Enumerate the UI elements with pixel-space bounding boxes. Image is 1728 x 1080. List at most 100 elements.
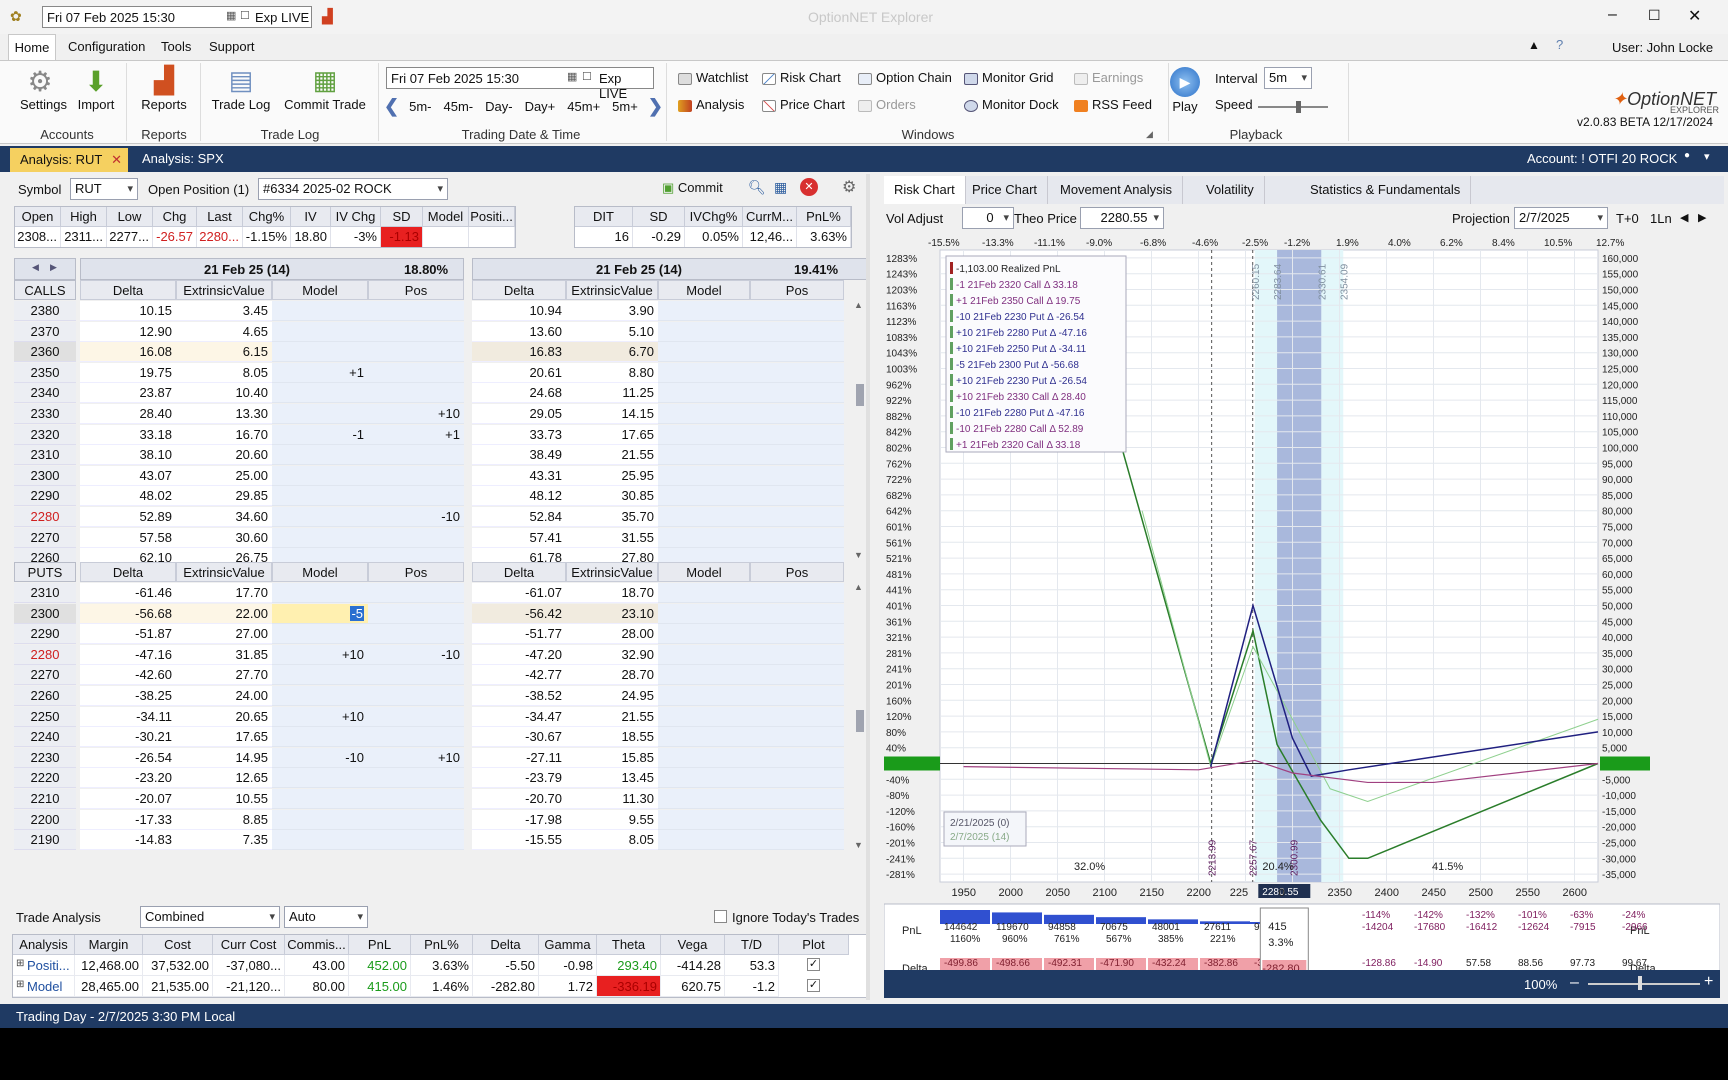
model-cell[interactable]: [272, 789, 368, 809]
position-select[interactable]: #6334 2025-02 ROCK: [258, 178, 448, 200]
model-cell[interactable]: [272, 830, 368, 851]
projection-date-select[interactable]: 2/7/2025: [1514, 207, 1608, 229]
tab-statistics-fundamentals[interactable]: Statistics & Fundamentals: [1300, 176, 1472, 204]
plot-checkbox[interactable]: ✓: [807, 979, 820, 992]
table-row[interactable]: 2300 43.07 25.00 43.31 25.95: [14, 465, 854, 486]
model-cell[interactable]: [272, 404, 368, 424]
table-row[interactable]: 2270 -42.60 27.70 -42.77 28.70: [14, 665, 854, 686]
model-cell[interactable]: [272, 342, 368, 363]
model-cell[interactable]: [272, 686, 368, 706]
pos-cell[interactable]: [750, 507, 844, 527]
title-date-box[interactable]: Fri 07 Feb 2025 15:30 ▦ ☐ Exp LIVE: [42, 6, 312, 28]
layout-icon[interactable]: ▦: [774, 179, 787, 196]
monitor-grid-button[interactable]: Monitor Grid: [964, 70, 1054, 85]
model-cell[interactable]: [658, 342, 750, 363]
model-cell[interactable]: [658, 583, 750, 603]
settings-button[interactable]: ⚙ Settings: [20, 65, 67, 112]
pos-cell[interactable]: [750, 624, 844, 645]
menu-tools[interactable]: Tools: [161, 39, 191, 54]
model-cell[interactable]: [272, 665, 368, 686]
table-row[interactable]: 2330 28.40 13.30 +10 29.05 14.15: [14, 404, 854, 424]
model-cell[interactable]: [272, 321, 368, 342]
pos-cell[interactable]: [750, 644, 844, 665]
model-cell[interactable]: [272, 768, 368, 789]
pos-cell[interactable]: [750, 404, 844, 424]
vol-adjust-input[interactable]: 0: [962, 207, 1014, 229]
model-cell[interactable]: [658, 809, 750, 830]
table-row[interactable]: 2240 -30.21 17.65 -30.67 18.55: [14, 727, 854, 748]
rss-feed-button[interactable]: RSS Feed: [1074, 97, 1152, 112]
model-cell[interactable]: [272, 486, 368, 507]
model-cell[interactable]: [658, 830, 750, 851]
trade-analysis-select[interactable]: Combined: [140, 906, 280, 928]
pos-cell[interactable]: [368, 342, 464, 363]
pos-cell[interactable]: [368, 383, 464, 404]
expand-icon[interactable]: ⊞: [16, 958, 24, 969]
scroll-down-icon[interactable]: ▼: [854, 840, 863, 850]
zoom-thumb[interactable]: [1638, 976, 1642, 990]
model-cell[interactable]: [658, 686, 750, 706]
pos-cell[interactable]: [368, 445, 464, 466]
table-row[interactable]: 2370 12.90 4.65 13.60 5.10: [14, 321, 854, 342]
model-cell[interactable]: [658, 424, 750, 445]
tab-volatility[interactable]: Volatility: [1196, 176, 1265, 204]
table-row[interactable]: 2360 16.08 6.15 16.83 6.70: [14, 342, 854, 363]
pos-cell[interactable]: [368, 830, 464, 851]
table-row[interactable]: 2270 57.58 30.60 57.41 31.55: [14, 527, 854, 548]
earnings-button[interactable]: Earnings: [1074, 70, 1143, 85]
model-cell[interactable]: -1: [272, 424, 368, 445]
help-icon[interactable]: ?: [1556, 37, 1563, 52]
table-row[interactable]: 2280 -47.16 31.85 +10 -10 -47.20 32.90: [14, 644, 854, 665]
model-cell[interactable]: [272, 727, 368, 748]
model-cell[interactable]: -10: [272, 747, 368, 768]
trade-log-button[interactable]: ▤ Trade Log: [208, 65, 274, 112]
auto-select[interactable]: Auto: [284, 906, 368, 928]
delete-icon[interactable]: ✕: [800, 178, 818, 196]
pos-cell[interactable]: [368, 362, 464, 383]
ignore-today-checkbox[interactable]: [714, 910, 727, 923]
model-cell[interactable]: +10: [272, 706, 368, 727]
table-row[interactable]: 2210 -20.07 10.55 -20.70 11.30: [14, 789, 854, 809]
search-icon[interactable]: 🔍︎: [748, 179, 766, 196]
pos-cell[interactable]: [750, 768, 844, 789]
model-cell[interactable]: [272, 383, 368, 404]
gear-icon[interactable]: ⚙: [842, 177, 856, 197]
model-cell[interactable]: [272, 624, 368, 645]
model-cell[interactable]: [658, 362, 750, 383]
scroll-down-icon[interactable]: ▼: [854, 550, 863, 560]
calendar-icon[interactable]: ▦: [226, 9, 236, 22]
table-row[interactable]: 2310 38.10 20.60 38.49 21.55: [14, 445, 854, 466]
step-45m-fwd[interactable]: 45m+: [567, 99, 600, 114]
nav-right-icon[interactable]: ▶: [50, 262, 57, 273]
pos-cell[interactable]: [750, 445, 844, 466]
calendar-icon[interactable]: ▦: [567, 70, 577, 83]
plot-checkbox[interactable]: ✓: [807, 958, 820, 971]
expand-group-icon[interactable]: ◢: [1146, 129, 1153, 140]
model-cell[interactable]: [658, 404, 750, 424]
model-cell[interactable]: [658, 301, 750, 321]
pos-cell[interactable]: [750, 465, 844, 486]
menu-support[interactable]: Support: [209, 39, 255, 54]
model-cell[interactable]: [272, 465, 368, 486]
checkbox-icon[interactable]: ☐: [240, 9, 250, 22]
tab-risk-chart[interactable]: Risk Chart: [884, 176, 966, 204]
minimize-icon[interactable]: –: [1608, 6, 1617, 24]
model-cell[interactable]: [658, 706, 750, 727]
table-row[interactable]: 2380 10.15 3.45 10.94 3.90: [14, 301, 854, 321]
nav-left-icon[interactable]: ◀: [32, 262, 39, 273]
pos-cell[interactable]: [750, 486, 844, 507]
close-icon[interactable]: ✕: [1688, 6, 1701, 26]
zoom-in-icon[interactable]: +: [1704, 973, 1713, 991]
model-cell[interactable]: -5: [272, 603, 368, 624]
pos-cell[interactable]: +10: [368, 747, 464, 768]
pos-cell[interactable]: [368, 768, 464, 789]
next-icon[interactable]: ▶: [1698, 211, 1706, 224]
table-row[interactable]: 2290 -51.87 27.00 -51.77 28.00: [14, 624, 854, 645]
pos-cell[interactable]: [750, 727, 844, 748]
tab-analysis-rut[interactable]: Analysis: RUT ✕: [10, 148, 128, 172]
pos-cell[interactable]: +10: [368, 404, 464, 424]
model-cell[interactable]: [658, 727, 750, 748]
model-cell[interactable]: [658, 527, 750, 548]
table-row[interactable]: 2190 -14.83 7.35 -15.55 8.05: [14, 830, 854, 851]
model-cell[interactable]: [272, 809, 368, 830]
